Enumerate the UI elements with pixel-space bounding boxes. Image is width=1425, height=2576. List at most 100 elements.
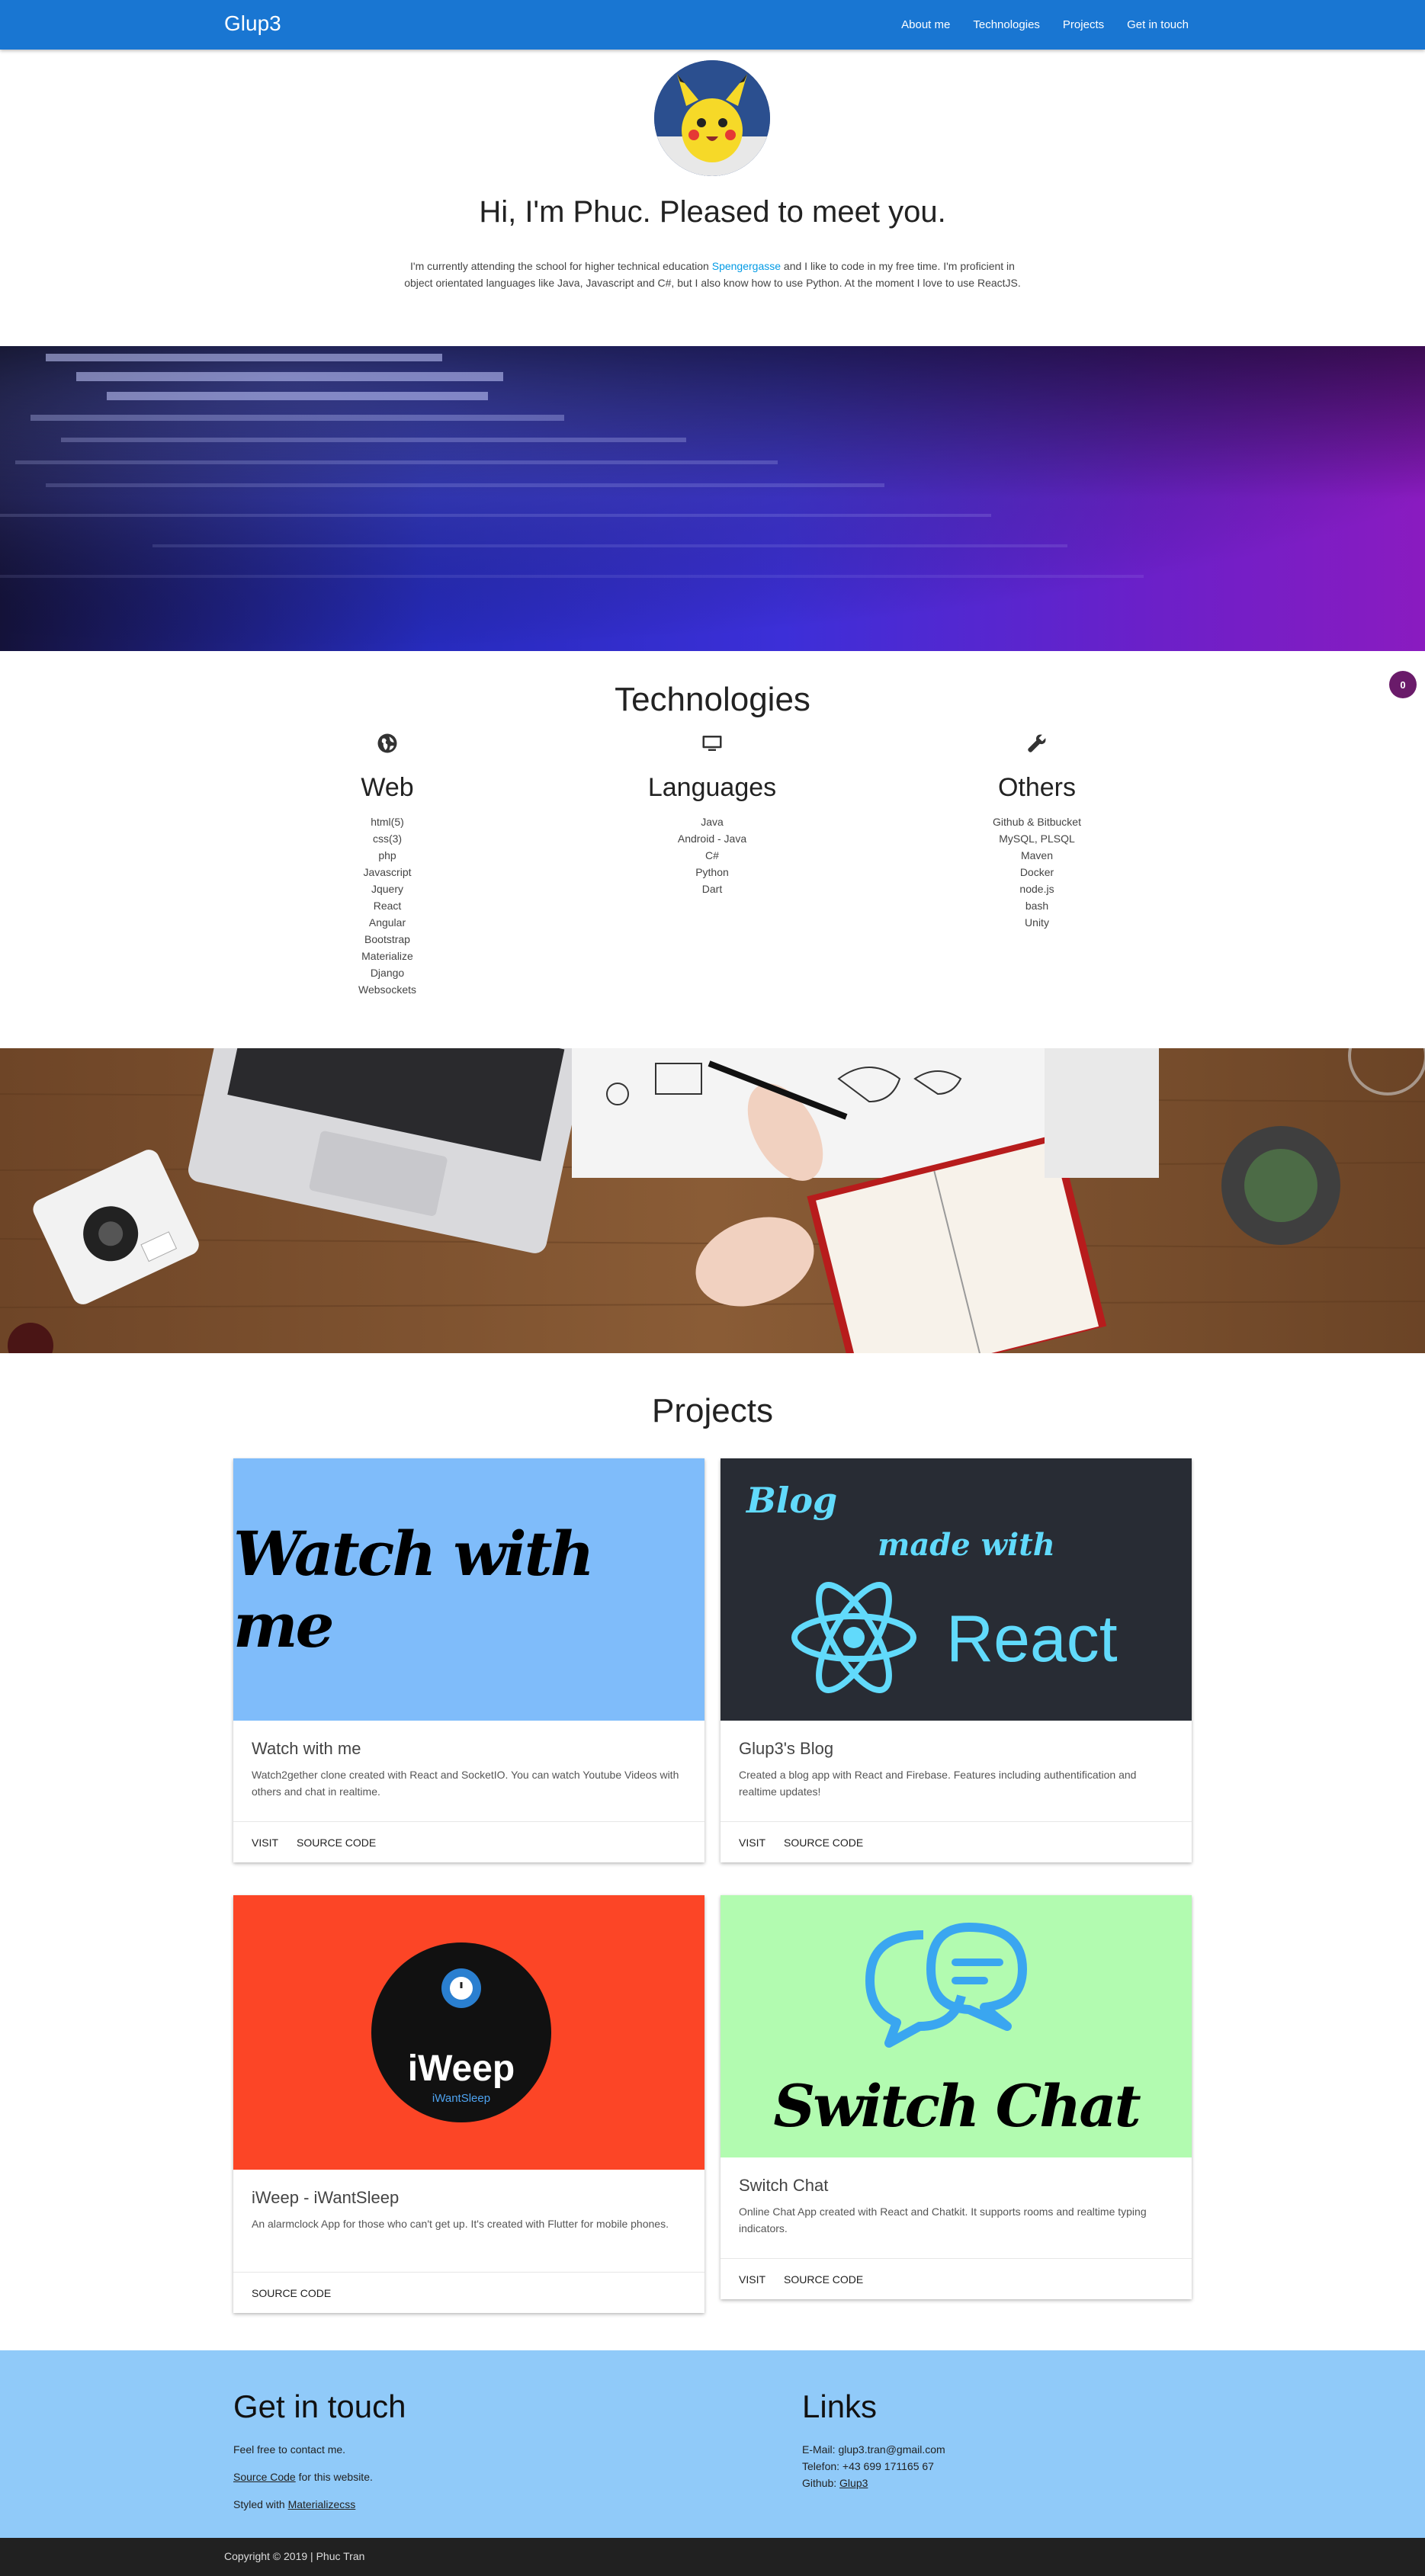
parallax-desk-image [0,1048,1425,1353]
tech-column-web: Web html(5) css(3) php Javascript Jquery… [258,732,517,998]
project-image-text: Switch Chat [773,2072,1141,2140]
footer-source-line: Source Code for this website. [233,2471,373,2483]
list-item: Javascript [363,866,412,878]
footer-email: E-Mail: glup3.tran@gmail.com [802,2443,945,2456]
footer-styled-line: Styled with Materializecss [233,2498,355,2510]
technologies-title: Technologies [615,681,810,718]
list-item: css(3) [372,832,403,845]
react-logo-icon [791,1582,916,1693]
card-title: iWeep - iWantSleep [252,2188,400,2207]
project-card-switch-chat: Switch Chat Switch Chat Online Chat App … [721,1895,1192,2299]
card-title: Watch with me [252,1739,361,1758]
project-image-text: iWeep [407,2048,515,2089]
source-code-link[interactable]: SOURCE CODE [784,2273,863,2286]
nav-links: About me Technologies Projects Get in to… [901,0,1189,50]
list-item: Django [370,967,405,979]
footer-phone: Telefon: +43 699 171165 67 [802,2460,934,2472]
nav-about-me[interactable]: About me [901,18,950,31]
footer-links-title: Links [802,2388,878,2424]
list-item: Python [695,866,729,878]
brand-logo[interactable]: Glup3 [224,11,281,36]
list-item: Github & Bitbucket [993,816,1081,828]
project-image: Switch Chat [721,1895,1192,2157]
chat-bubbles-icon [865,1923,1027,2048]
copyright-bar: Copyright © 2019 | Phuc Tran [0,2538,1425,2576]
visit-link[interactable]: VISIT [252,1837,278,1849]
tech-column-title: Others [997,773,1077,802]
spengergasse-link[interactable]: Spengergasse [712,260,781,272]
card-description: Created a blog app with React and Fireba… [739,1769,1137,1798]
list-item: Docker [1019,866,1054,878]
list-item: html(5) [371,816,404,828]
list-item: Materialize [361,950,413,962]
footer-contact-text: Feel free to contact me. [233,2443,346,2456]
project-image: Watch with me [233,1458,704,1721]
list-item: Android - Java [677,832,747,845]
card-actions: VISIT SOURCE CODE [721,2258,1192,2299]
copyright-text: Copyright © 2019 | Phuc Tran [224,2550,365,2562]
tech-list-others: Github & Bitbucket MySQL, PLSQL Maven Do… [907,813,1167,931]
project-image-text: iWantSleep [432,2092,491,2105]
list-item: php [378,849,396,861]
list-item: node.js [1019,883,1054,895]
tech-column-title: Web [361,773,414,802]
project-image-text: Blog [746,1480,838,1521]
source-code-link[interactable]: SOURCE CODE [297,1837,376,1849]
parallax-code-image [0,346,1425,651]
avatar [654,60,770,176]
github-link[interactable]: Glup3 [839,2477,868,2489]
tech-column-title: Languages [647,773,777,802]
list-item: React [373,900,402,912]
tech-list-languages: Java Android - Java C# Python Dart [583,813,842,897]
list-item: Bootstrap [364,933,410,945]
card-actions: VISIT SOURCE CODE [233,1821,704,1862]
project-card-watch-with-me: Watch with me Watch with me Watch2gether… [233,1458,704,1862]
list-item: Angular [368,916,406,929]
card-description: Watch2gether clone created with React an… [252,1769,679,1798]
list-item: Unity [1025,916,1049,929]
project-image-text: Watch with me [233,1518,595,1661]
materializecss-link[interactable]: Materializecss [288,2498,356,2510]
footer-styled-prefix: Styled with [233,2498,288,2510]
footer-github-prefix: Github: [802,2477,840,2489]
card-actions: VISIT SOURCE CODE [721,1821,1192,1862]
project-image-text: made with [878,1527,1055,1563]
tech-column-others: Others Github & Bitbucket MySQL, PLSQL M… [907,732,1167,931]
source-code-link[interactable]: SOURCE CODE [252,2287,331,2299]
globe-icon [258,732,517,758]
list-item: Maven [1020,849,1054,861]
tech-column-languages: Languages Java Android - Java C# Python … [583,732,842,897]
card-actions: SOURCE CODE [233,2272,704,2313]
list-item: Websockets [358,983,416,996]
project-image: iWeep iWantSleep [233,1895,704,2170]
list-item: MySQL, PLSQL [999,832,1075,845]
card-description: An alarmclock App for those who can't ge… [252,2218,669,2230]
monitor-icon [583,732,842,758]
footer: Get in touch Feel free to contact me. So… [0,2350,1425,2538]
list-item: Java [701,816,724,828]
hero-intro: I'm currently attending the school for h… [404,258,1021,291]
list-item: Dart [701,883,723,895]
nav-technologies[interactable]: Technologies [973,18,1040,31]
source-code-link[interactable]: SOURCE CODE [784,1837,863,1849]
project-image-text: React [946,1602,1118,1676]
list-item: C# [705,849,719,861]
nav-projects[interactable]: Projects [1063,18,1104,31]
card-title: Glup3's Blog [739,1739,834,1758]
visit-link[interactable]: VISIT [739,1837,765,1849]
tech-list-web: html(5) css(3) php Javascript Jquery Rea… [258,813,517,998]
nav-get-in-touch[interactable]: Get in touch [1127,18,1189,31]
hero-title: Hi, I'm Phuc. Pleased to meet you. [479,195,946,229]
list-item: Jquery [371,883,404,895]
project-card-blog: Blog made with React Glup3's Blog Create… [721,1458,1192,1862]
list-item: bash [1025,900,1049,912]
visit-link[interactable]: VISIT [739,2273,765,2286]
footer-github-line: Github: Glup3 [802,2477,868,2489]
card-title: Switch Chat [739,2176,829,2195]
footer-source-suffix: for this website. [295,2471,373,2483]
footer-contact-title: Get in touch [233,2388,406,2424]
source-code-footer-link[interactable]: Source Code [233,2471,296,2483]
projects-title: Projects [652,1392,773,1429]
navbar: Glup3 About me Technologies Projects Get… [0,0,1425,50]
project-image: Blog made with React [721,1458,1192,1721]
